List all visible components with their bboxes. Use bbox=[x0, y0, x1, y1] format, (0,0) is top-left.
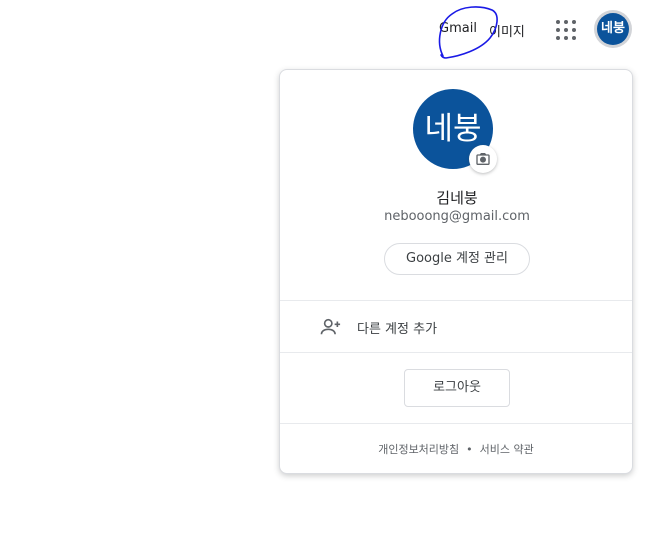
user-email: nebooong@gmail.com bbox=[384, 209, 530, 224]
divider bbox=[280, 352, 632, 353]
divider bbox=[280, 423, 632, 424]
account-avatar-button[interactable]: 네붕 bbox=[594, 10, 632, 48]
add-account-label: 다른 계정 추가 bbox=[357, 322, 438, 337]
add-account-button[interactable]: 다른 계정 추가 bbox=[280, 302, 632, 352]
change-photo-button[interactable] bbox=[469, 145, 497, 173]
google-apps-button[interactable] bbox=[553, 17, 579, 43]
manage-account-button[interactable]: Google 계정 관리 bbox=[384, 243, 530, 275]
terms-of-service-link[interactable]: 서비스 약관 bbox=[480, 443, 534, 456]
footer-links: 개인정보처리방침 • 서비스 약관 bbox=[280, 441, 632, 457]
images-link[interactable]: 이미지 bbox=[489, 21, 525, 40]
camera-icon bbox=[476, 153, 490, 165]
logout-button[interactable]: 로그아웃 bbox=[404, 369, 510, 407]
divider bbox=[280, 300, 632, 301]
avatar: 네붕 bbox=[597, 13, 629, 45]
account-menu-card: 네붕 김네붕 nebooong@gmail.com Google 계정 관리 다… bbox=[279, 69, 633, 474]
person-add-icon bbox=[320, 318, 341, 335]
user-name: 김네붕 bbox=[436, 189, 478, 207]
gmail-link[interactable]: Gmail bbox=[439, 21, 477, 36]
footer-separator: • bbox=[466, 443, 473, 456]
privacy-policy-link[interactable]: 개인정보처리방침 bbox=[378, 443, 459, 456]
